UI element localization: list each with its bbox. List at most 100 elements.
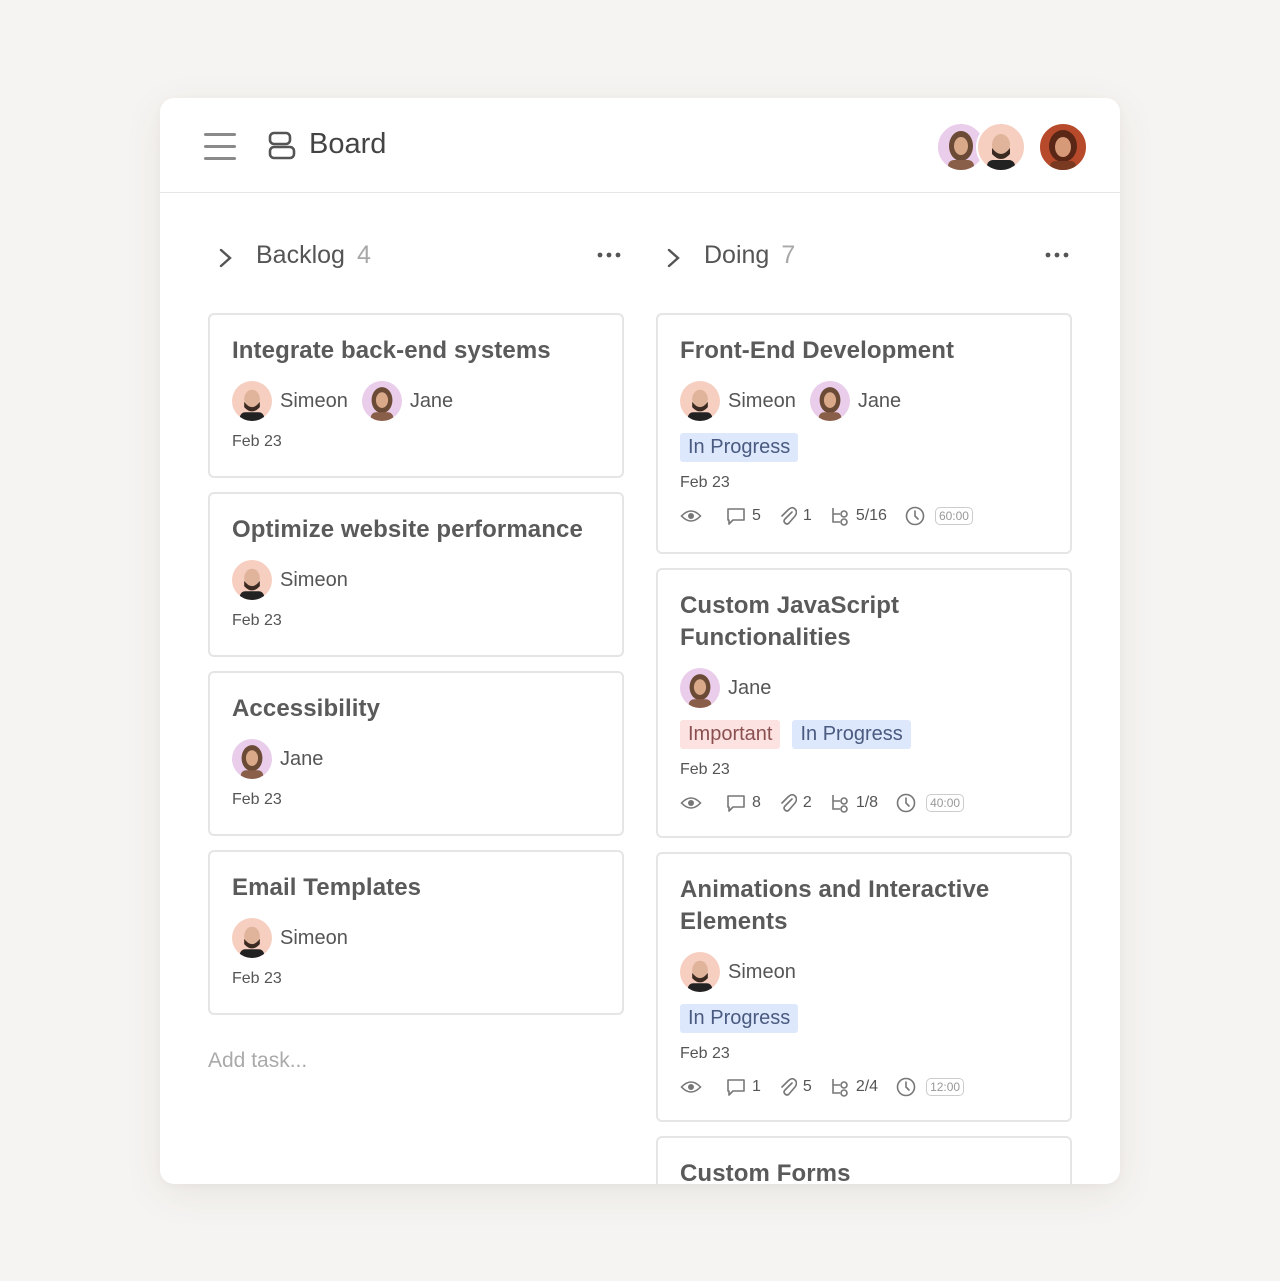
assignee-name: Simeon (280, 926, 348, 949)
assignees: Simeon Jane (680, 381, 1048, 421)
status-badge: In Progress (680, 1004, 799, 1033)
comment-icon (727, 508, 745, 525)
due-date: Feb 23 (680, 1045, 730, 1062)
watch-button[interactable] (680, 795, 708, 811)
card-title: Custom JavaScript Functionalities (680, 592, 900, 651)
comments[interactable]: 8 (726, 793, 761, 813)
card-title: Front-End Development (680, 337, 955, 364)
assignees: Simeon (680, 952, 1048, 992)
assignee-name: Simeon (280, 389, 348, 412)
card-title: Email Templates (232, 874, 422, 901)
subtask-icon (832, 508, 848, 526)
task-card[interactable]: Animations and Interactive Elements Sime… (656, 852, 1072, 1122)
attachments[interactable]: 5 (779, 1077, 812, 1097)
assignee-name: Simeon (728, 389, 796, 412)
avatar-simeon (232, 918, 272, 958)
app-header: Board (160, 98, 1120, 193)
avatar-simeon (680, 381, 720, 421)
assignee-name: Jane (409, 389, 454, 412)
attachments[interactable]: 1 (779, 506, 812, 526)
status-badge: In Progress (792, 720, 911, 749)
subtasks[interactable]: 1/8 (830, 793, 878, 813)
hamburger-menu-icon[interactable] (204, 133, 236, 161)
task-card[interactable]: Email Templates Simeon Feb 23 (208, 850, 624, 1015)
due-date: Feb 23 (232, 433, 282, 450)
avatar-jane (680, 668, 720, 708)
watch-button[interactable] (680, 508, 708, 524)
header-avatar-group (936, 122, 1088, 172)
subtask-icon (832, 795, 848, 813)
board-icon (268, 131, 296, 160)
assignee-name: Jane (857, 389, 902, 412)
avatar-jane (809, 381, 850, 421)
task-card[interactable]: Custom Forms (656, 1136, 1072, 1184)
subtasks[interactable]: 2/4 (830, 1077, 878, 1097)
card-title: Optimize website performance (232, 516, 583, 543)
column-title: Backlog 4 (256, 241, 371, 269)
chevron-right-icon[interactable] (662, 245, 684, 271)
board-window: Board Backlog 4 Integrate back-end system… (160, 98, 1120, 1184)
column-count: 4 (356, 241, 371, 269)
clock-icon (896, 1077, 916, 1097)
assignees: Jane (680, 668, 1048, 708)
assignee-name: Simeon (280, 568, 348, 591)
paperclip-icon (781, 506, 797, 525)
comment-icon (727, 1079, 745, 1096)
card-meta: 5 1 5/16 60:00 (680, 504, 1048, 528)
assignees: Jane (232, 739, 600, 779)
task-card[interactable]: Custom JavaScript Functionalities Jane I… (656, 568, 1072, 838)
due-date: Feb 23 (680, 474, 730, 491)
priority-badge: Important (680, 720, 781, 749)
card-title: Accessibility (232, 695, 381, 722)
due-date: Feb 23 (232, 791, 282, 808)
due-date: Feb 23 (680, 761, 730, 778)
due-date: Feb 23 (232, 612, 282, 629)
chevron-right-icon[interactable] (214, 245, 236, 271)
eye-icon (680, 797, 702, 809)
assignee-name: Jane (280, 747, 324, 770)
card-title: Integrate back-end systems (232, 337, 551, 364)
time-badge: 12:00 (926, 1078, 965, 1096)
eye-icon (680, 1081, 702, 1093)
more-options-icon[interactable] (596, 250, 622, 260)
task-card[interactable]: Optimize website performance Simeon Feb … (208, 492, 624, 657)
avatar-jane (232, 739, 272, 779)
attachments[interactable]: 2 (779, 793, 812, 813)
avatar-simeon[interactable] (976, 122, 1026, 172)
assignees: Simeon Jane (232, 381, 600, 421)
paperclip-icon (781, 1077, 797, 1096)
time-tracker[interactable]: 12:00 (896, 1077, 965, 1097)
task-card[interactable]: Accessibility Jane Feb 23 (208, 671, 624, 836)
time-tracker[interactable]: 40:00 (896, 793, 965, 813)
tags: In Progress (680, 1004, 1048, 1033)
time-badge: 60:00 (934, 507, 973, 525)
column-backlog: Backlog 4 Integrate back-end systems Sime… (208, 193, 624, 1073)
watch-button[interactable] (680, 1079, 708, 1095)
comments[interactable]: 5 (726, 506, 761, 526)
avatar-third-user[interactable] (1038, 122, 1088, 172)
avatar-simeon (232, 560, 272, 600)
column-title: Doing 7 (704, 241, 796, 269)
more-options-icon[interactable] (1044, 250, 1070, 260)
assignee-name: Jane (728, 676, 772, 699)
comments[interactable]: 1 (726, 1077, 761, 1097)
card-meta: 8 2 1/8 40:00 (680, 791, 1048, 815)
card-title: Custom Forms (680, 1160, 851, 1184)
task-card[interactable]: Front-End Development Simeon Jane In Pro… (656, 313, 1072, 554)
task-card[interactable]: Integrate back-end systems Simeon Jane F… (208, 313, 624, 478)
avatar-simeon (680, 952, 720, 992)
tags: Important In Progress (680, 720, 1048, 749)
subtasks[interactable]: 5/16 (830, 506, 887, 526)
time-badge: 40:00 (926, 794, 965, 812)
time-tracker[interactable]: 60:00 (905, 506, 973, 526)
status-badge: In Progress (680, 433, 799, 462)
assignees: Simeon (232, 918, 600, 958)
assignees: Simeon (232, 560, 600, 600)
add-task-button[interactable]: Add task... (208, 1049, 624, 1073)
due-date: Feb 23 (232, 970, 282, 987)
clock-icon (905, 506, 925, 526)
eye-icon (680, 510, 702, 522)
page-title: Board (309, 128, 387, 160)
card-title: Animations and Interactive Elements (680, 876, 990, 935)
avatar-jane (361, 381, 402, 421)
